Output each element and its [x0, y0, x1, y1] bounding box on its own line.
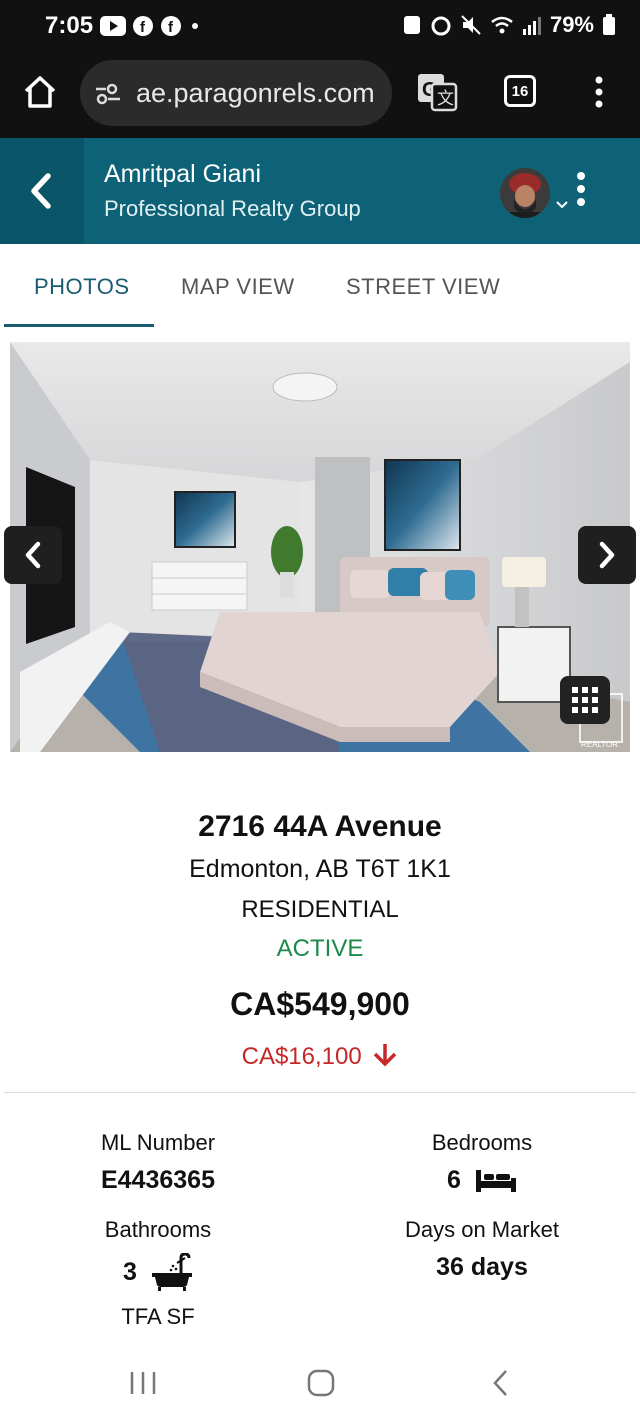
signal-icon: [522, 17, 541, 35]
back-chevron-icon: [31, 173, 51, 209]
recent-apps-icon[interactable]: [128, 1370, 158, 1396]
url-bar[interactable]: ae.paragonrels.com: [80, 60, 392, 126]
avatar[interactable]: [500, 168, 550, 218]
youtube-icon: [100, 16, 126, 36]
tab-street-view[interactable]: STREET VIEW: [346, 274, 500, 300]
status-right: 79%: [402, 12, 616, 38]
agent-company: Professional Realty Group: [104, 196, 361, 221]
grid-icon: [572, 687, 598, 713]
stat-label: Days on Market: [404, 1217, 560, 1242]
tab-photos[interactable]: PHOTOS: [34, 274, 130, 300]
dot-icon: [192, 23, 198, 29]
back-icon[interactable]: [490, 1368, 512, 1398]
property-type: RESIDENTIAL: [241, 896, 399, 923]
back-button[interactable]: [0, 138, 84, 244]
stat-value: 36 days: [436, 1253, 528, 1281]
wifi-icon: [491, 16, 513, 34]
previous-photo-button[interactable]: [4, 526, 62, 584]
stat-label: Bedrooms: [431, 1130, 533, 1155]
url-text: ae.paragonrels.com: [136, 77, 375, 108]
more-vert-icon[interactable]: [574, 170, 588, 210]
stat-bedrooms: Bedrooms 6: [382, 1130, 582, 1195]
agent-name: Amritpal Giani: [104, 160, 261, 188]
battery-percent: 79%: [549, 12, 594, 37]
stat-days-on-market: Days on Market 36 days: [382, 1217, 582, 1282]
home-button-icon[interactable]: [306, 1368, 336, 1398]
stat-value: 3: [123, 1257, 137, 1286]
address-line-2: Edmonton, AB T6T 1K1: [189, 855, 451, 883]
address-line-1: 2716 44A Avenue: [198, 810, 442, 843]
facebook-icon: f: [133, 16, 153, 36]
status-time: 7:05: [45, 12, 94, 39]
status-bar: 7:05 f f 79%: [0, 0, 640, 56]
battery-icon: [603, 14, 615, 35]
chevron-down-icon[interactable]: [555, 200, 569, 210]
listing-photo[interactable]: REALTOR: [10, 342, 630, 752]
translate-icon[interactable]: G文: [416, 72, 458, 112]
stat-label: Bathrooms: [104, 1217, 212, 1242]
price-change: CA$16,100: [0, 1042, 640, 1071]
stat-bathrooms: Bathrooms 3: [60, 1217, 256, 1291]
system-navigation-bar: [0, 1346, 640, 1422]
notification-icons: f f: [100, 15, 202, 37]
tab-map-view[interactable]: MAP VIEW: [181, 274, 295, 300]
bedroom-photo: REALTOR: [10, 342, 630, 752]
site-settings-icon[interactable]: [94, 82, 122, 106]
realtor-watermark: REALTOR: [581, 740, 618, 749]
stat-tfa-sf: TFA SF: [60, 1304, 256, 1330]
alarm-icon: [431, 16, 451, 36]
stat-label: TFA SF: [121, 1304, 195, 1329]
stat-label: ML Number: [100, 1130, 216, 1155]
tab-count: 16: [511, 82, 529, 100]
photo-grid-button[interactable]: [560, 676, 610, 724]
data-saver-icon: [403, 16, 420, 34]
price-change-amount: CA$16,100: [241, 1043, 362, 1070]
arrow-down-icon: [374, 1044, 397, 1067]
price: CA$549,900: [230, 986, 410, 1022]
avatar-image: [500, 168, 550, 218]
stat-value: 6: [447, 1166, 461, 1194]
more-vert-icon[interactable]: [592, 74, 606, 110]
active-tab-indicator: [4, 324, 154, 327]
agent-header: Amritpal Giani Professional Realty Group: [0, 138, 640, 244]
stat-value: E4436365: [100, 1166, 215, 1194]
status-badge: ACTIVE: [276, 935, 364, 962]
browser-toolbar: ae.paragonrels.com G文 16: [0, 56, 640, 138]
chevron-left-icon: [25, 541, 41, 569]
facebook-icon: f: [161, 16, 181, 36]
svg-text:文: 文: [437, 89, 454, 108]
next-photo-button[interactable]: [578, 526, 636, 584]
chevron-right-icon: [599, 541, 615, 569]
home-icon[interactable]: [22, 74, 58, 110]
bed-icon: [475, 1169, 516, 1192]
view-tabs: PHOTOS MAP VIEW STREET VIEW: [0, 244, 640, 328]
divider: [4, 1092, 636, 1093]
tab-switcher-icon[interactable]: 16: [504, 75, 536, 107]
mute-icon: [461, 15, 481, 35]
stat-ml-number: ML Number E4436365: [60, 1130, 256, 1195]
bathtub-icon: [151, 1253, 192, 1291]
